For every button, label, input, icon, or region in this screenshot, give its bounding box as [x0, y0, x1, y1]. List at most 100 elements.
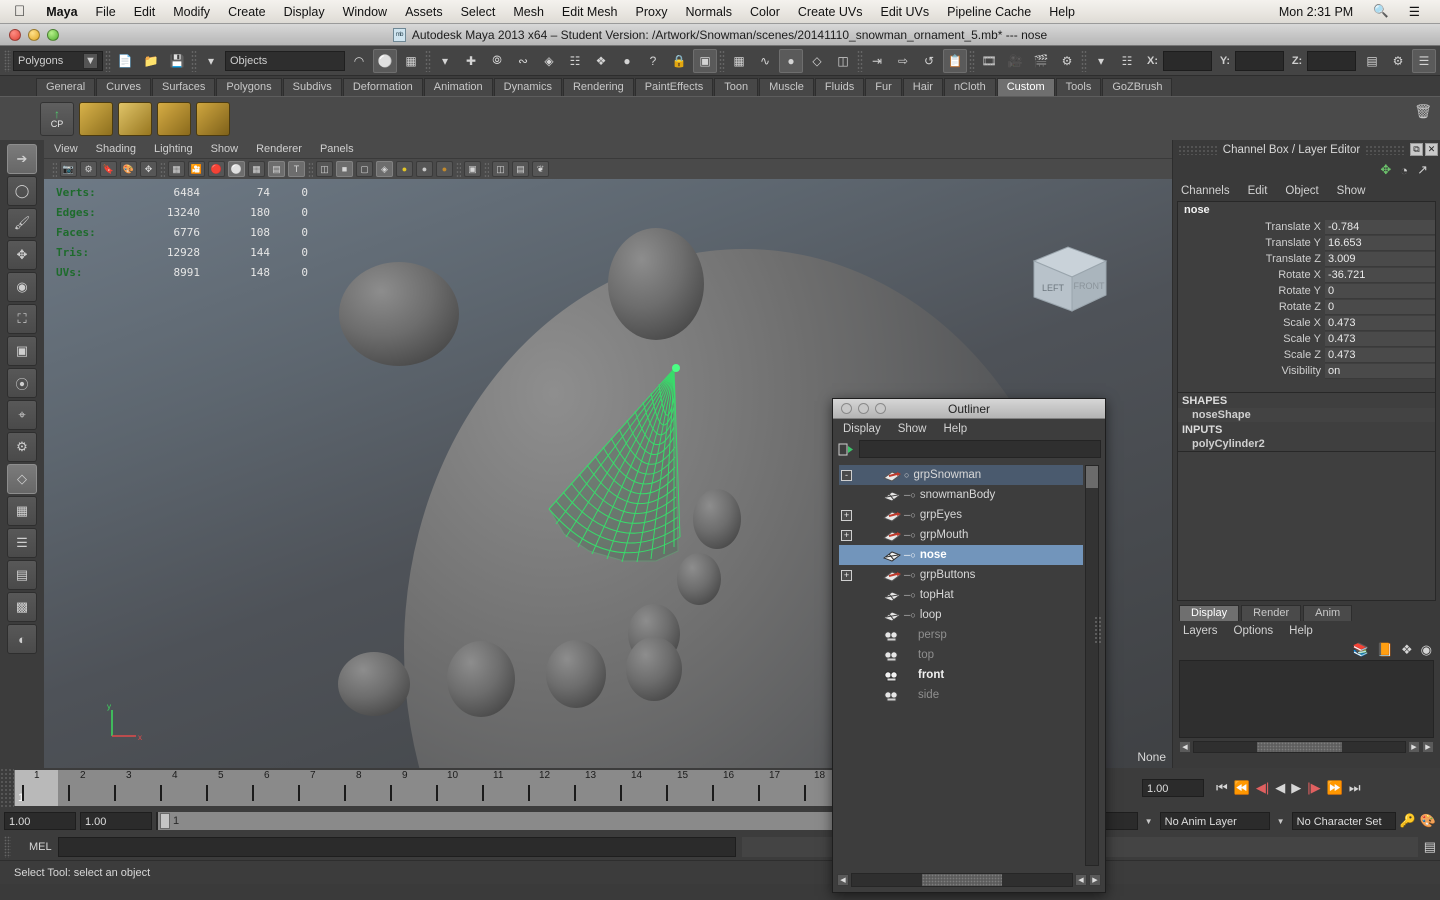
layer-menu-layers[interactable]: Layers: [1183, 625, 1218, 637]
paint-select-tool[interactable]: 🖌: [7, 208, 37, 238]
text-display-icon[interactable]: T: [288, 161, 305, 177]
film-gate-icon[interactable]: 🎦: [188, 161, 205, 177]
channel-value-translate-y[interactable]: 16.653: [1325, 235, 1435, 251]
shelf-tab-animation[interactable]: Animation: [423, 78, 493, 96]
outliner-scroll-track[interactable]: [851, 873, 1073, 887]
shelf-item-gold-3[interactable]: [157, 101, 191, 136]
channel-box-clock-icon[interactable]: ◔: [1400, 163, 1408, 178]
attribute-editor-toggle-icon[interactable]: 📋: [943, 48, 967, 73]
outliner-filter-icon[interactable]: [837, 440, 855, 458]
menu-item-mesh[interactable]: Mesh: [504, 5, 553, 19]
snap-to-grid-icon[interactable]: ▦: [727, 49, 751, 73]
chevron-down-icon[interactable]: ▼: [83, 52, 98, 69]
play-forwards-icon[interactable]: ▶: [1291, 780, 1301, 796]
outliner-horizontal-scrollbar[interactable]: ◀ ◀ ▶: [837, 872, 1101, 888]
outliner-row-grpeyes[interactable]: + ─○ grpEyes: [839, 505, 1083, 525]
open-scene-icon[interactable]: 📁: [139, 49, 163, 73]
channel-value-translate-z[interactable]: 3.009: [1325, 251, 1435, 267]
grid-toggle-icon[interactable]: ▦: [168, 161, 185, 177]
apple-icon[interactable]: : [0, 4, 37, 19]
lasso-tool[interactable]: ◯: [7, 176, 37, 206]
outliner-row-snowmanbody[interactable]: ─○ snowmanBody: [839, 485, 1083, 505]
scroll-left-icon[interactable]: ◀: [1179, 741, 1191, 753]
toolbar-grip[interactable]: [4, 49, 11, 72]
menu-item-edit[interactable]: Edit: [125, 5, 165, 19]
shelf-tab-gozbrush[interactable]: GoZBrush: [1102, 78, 1173, 96]
anim-layer-field[interactable]: No Anim Layer: [1159, 812, 1270, 830]
selection-mask-menu-icon[interactable]: ▾: [199, 49, 223, 73]
menu-item-create[interactable]: Create: [219, 5, 275, 19]
shelf-tab-polygons[interactable]: Polygons: [216, 78, 282, 96]
channel-value-scale-z[interactable]: 0.473: [1325, 347, 1435, 363]
viewport-menu-shading[interactable]: Shading: [96, 143, 136, 155]
absolute-transform-icon[interactable]: ☷: [1115, 49, 1139, 73]
go-to-start-icon[interactable]: ⏮: [1216, 780, 1228, 796]
shelf-tab-hair[interactable]: Hair: [902, 78, 943, 96]
scroll-end-icon[interactable]: ▶: [1422, 741, 1434, 753]
layout-hypershade[interactable]: ◐: [7, 624, 37, 654]
layer-tab-anim[interactable]: Anim: [1303, 605, 1353, 621]
output-connections-icon[interactable]: ⇨: [891, 49, 915, 73]
channel-box-menu-object[interactable]: Object: [1285, 185, 1318, 197]
view-cube[interactable]: LEFT FRONT: [1022, 239, 1114, 322]
viewport-menu-view[interactable]: View: [54, 143, 78, 155]
select-tool[interactable]: ➔: [7, 144, 37, 174]
shelf-tab-toon[interactable]: Toon: [714, 78, 759, 96]
layer-menu-help[interactable]: Help: [1289, 625, 1313, 637]
layer-tab-display[interactable]: Display: [1179, 605, 1240, 621]
outliner-filter-input[interactable]: [859, 440, 1101, 458]
menu-item-window[interactable]: Window: [334, 5, 396, 19]
menu-item-create-uvs[interactable]: Create UVs: [789, 5, 872, 19]
outliner-menu-display[interactable]: Display: [843, 423, 881, 435]
outliner-row-nose[interactable]: ─○ nose: [839, 545, 1083, 565]
layer-list[interactable]: [1179, 660, 1434, 738]
shelf-tab-ncloth[interactable]: nCloth: [943, 78, 996, 96]
resolution-gate-icon[interactable]: 🔴: [208, 161, 225, 177]
search-icon[interactable]: 🔍: [1363, 4, 1399, 19]
viewport-menu-renderer[interactable]: Renderer: [256, 143, 302, 155]
outliner-row-tophat[interactable]: ─○ topHat: [839, 585, 1083, 605]
layout-persp-graph[interactable]: ▩: [7, 592, 37, 622]
bookmark-icon[interactable]: 🔖: [100, 161, 117, 177]
shelf-tab-surfaces[interactable]: Surfaces: [151, 78, 216, 96]
step-back-key-icon[interactable]: ⏪: [1234, 780, 1250, 796]
menu-item-help[interactable]: Help: [1040, 5, 1084, 19]
select-point-icon[interactable]: ⦾: [485, 49, 509, 73]
menu-item-edit-uvs[interactable]: Edit UVs: [871, 5, 938, 19]
character-set-chevron-icon[interactable]: ▼: [1274, 813, 1288, 829]
outliner-scroll-thumb[interactable]: [1086, 466, 1098, 488]
panel-grip-right[interactable]: [1365, 144, 1406, 155]
menu-item-proxy[interactable]: Proxy: [627, 5, 677, 19]
camera-attributes-icon[interactable]: ⚙: [80, 161, 97, 177]
panel-undock-icon[interactable]: ⧉: [1410, 143, 1424, 156]
channel-box-menu-edit[interactable]: Edit: [1248, 185, 1268, 197]
expander-icon[interactable]: -: [841, 469, 852, 481]
animation-preferences-icon[interactable]: 🎨: [1420, 813, 1436, 829]
ipr-render-icon[interactable]: 🎬: [1029, 49, 1053, 73]
lighting-default-icon[interactable]: ●: [396, 161, 413, 177]
shelf-item-gold-2[interactable]: [118, 101, 152, 136]
channel-value-translate-x[interactable]: -0.784: [1325, 219, 1435, 235]
select-hierarchy-icon[interactable]: ◠: [347, 49, 371, 73]
shelf-tab-curves[interactable]: Curves: [96, 78, 151, 96]
viewport-menu-show[interactable]: Show: [211, 143, 239, 155]
outliner-tree[interactable]: - ○ grpSnowman ─○ snowmanBody + ─○ grpEy…: [839, 465, 1083, 866]
share-viewport-icon[interactable]: ❦: [532, 161, 549, 177]
outliner-resize-handle[interactable]: [1094, 615, 1103, 644]
lighting-all-icon[interactable]: ●: [436, 161, 453, 177]
script-editor-icon[interactable]: ▤: [1424, 839, 1436, 855]
outliner-hscroll-thumb[interactable]: [922, 874, 1002, 886]
outliner-row-side[interactable]: side: [839, 685, 1083, 705]
go-to-end-icon[interactable]: ⏭: [1349, 780, 1361, 796]
select-poly-icon[interactable]: ◈: [537, 49, 561, 73]
panel-grip-left[interactable]: [1178, 144, 1218, 155]
shelf-item-cp[interactable]: ↑ CP: [40, 101, 74, 136]
exposure-icon[interactable]: ▦: [248, 161, 265, 177]
layout-outliner-persp[interactable]: ☰: [7, 528, 37, 558]
menu-item-modify[interactable]: Modify: [164, 5, 219, 19]
outliner-row-loop[interactable]: ─○ loop: [839, 605, 1083, 625]
auto-key-icon[interactable]: 🔑: [1400, 813, 1416, 829]
shelf-tab-rendering[interactable]: Rendering: [562, 78, 634, 96]
outliner-scroll-left-icon[interactable]: ◀: [837, 874, 849, 886]
render-view-icon[interactable]: 🎞: [977, 49, 1001, 73]
